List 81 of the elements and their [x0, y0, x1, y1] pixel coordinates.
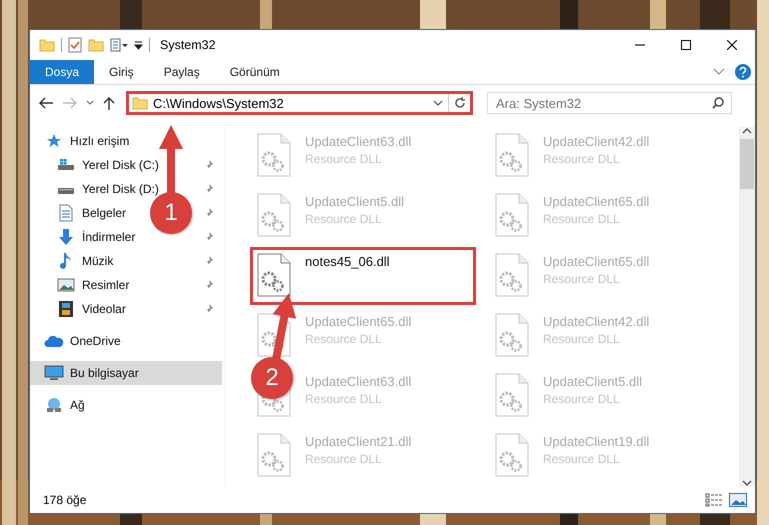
file-type: Resource DLL	[543, 332, 621, 346]
file-type: Resource DLL	[543, 392, 621, 406]
help-icon[interactable]	[735, 64, 751, 80]
nav-item[interactable]: Hızlı erişim	[30, 129, 222, 153]
dll-file-icon	[257, 193, 291, 237]
network-icon	[45, 397, 63, 413]
forward-icon	[62, 96, 78, 110]
refresh-icon	[454, 97, 466, 109]
download-arrow-icon	[58, 228, 74, 246]
ribbon-tab[interactable]: Paylaş	[148, 60, 215, 84]
file-name: UpdateClient65.dll	[305, 314, 412, 329]
dll-file-icon	[495, 373, 529, 417]
caret-icon[interactable]	[134, 40, 143, 50]
star-icon	[46, 133, 62, 149]
file-name: UpdateClient42.dll	[543, 314, 650, 329]
folder-icon[interactable]	[132, 96, 148, 110]
file-name: notes45_06.dll	[305, 254, 390, 269]
document-icon	[59, 204, 73, 222]
music-note-icon	[59, 252, 73, 270]
address-bar[interactable]: C:\Windows\System32	[126, 91, 473, 115]
dll-file-icon	[257, 433, 291, 477]
dll-file-icon	[495, 133, 529, 177]
maximize-icon	[681, 40, 691, 50]
dll-file-icon	[257, 253, 291, 297]
file-item[interactable]: notes45_06.dll	[250, 247, 476, 305]
ribbon-tab[interactable]: Giriş	[94, 60, 149, 84]
large-icons-view-icon[interactable]	[729, 493, 747, 507]
file-type: Resource DLL	[543, 152, 621, 166]
ribbon-tab[interactable]: Dosya	[30, 60, 94, 84]
close-icon	[727, 40, 737, 50]
nav-item[interactable]: Videolar	[30, 297, 222, 321]
details-view-icon[interactable]	[705, 493, 723, 507]
folder-icon[interactable]	[88, 38, 104, 52]
file-name: UpdateClient5.dll	[543, 374, 642, 389]
file-type: Resource DLL	[543, 272, 621, 286]
window-title: System32	[160, 38, 216, 52]
file-name: UpdateClient21.dll	[305, 434, 412, 449]
file-type: Resource DLL	[305, 152, 383, 166]
file-type: Resource DLL	[543, 452, 621, 466]
search-icon	[712, 97, 724, 109]
file-type: Resource DLL	[305, 452, 383, 466]
callout-arrow	[272, 293, 298, 361]
nav-item[interactable]: Müzik	[30, 249, 222, 273]
up-icon	[102, 96, 116, 110]
file-name: UpdateClient42.dll	[543, 134, 650, 149]
back-icon	[38, 96, 54, 110]
file-name: UpdateClient63.dll	[305, 134, 412, 149]
search-field[interactable]: Ara: System32	[487, 92, 732, 114]
dll-file-icon	[257, 133, 291, 177]
scrollbar-thumb[interactable]	[740, 139, 754, 189]
file-type: Resource DLL	[305, 332, 383, 346]
picture-icon	[57, 278, 75, 292]
monitor-icon	[44, 365, 64, 381]
item-count: 178 öğe	[43, 493, 86, 507]
ribbon-tab[interactable]: Görünüm	[214, 60, 295, 84]
nav-item[interactable]: OneDrive	[30, 329, 222, 353]
file-name: UpdateClient5.dll	[305, 194, 404, 209]
dll-file-icon	[495, 193, 529, 237]
dll-file-icon	[495, 253, 529, 297]
nav-item[interactable]: Ağ	[30, 393, 222, 417]
scroll-up-icon[interactable]	[742, 127, 752, 135]
dll-file-icon	[495, 313, 529, 357]
dll-file-icon	[495, 433, 529, 477]
nav-item[interactable]: Resimler	[30, 273, 222, 297]
cloud-icon	[44, 334, 64, 348]
chevron-down-icon[interactable]	[433, 100, 443, 106]
properties-icon[interactable]	[110, 38, 128, 52]
file-type: Resource DLL	[543, 212, 621, 226]
nav-item[interactable]: Bu bilgisayar	[30, 361, 222, 385]
file-type: Resource DLL	[305, 392, 383, 406]
nav-item[interactable]: Yerel Disk (C:)	[30, 153, 222, 177]
drive-icon	[57, 158, 75, 172]
checklist-icon[interactable]	[68, 37, 82, 53]
file-name: UpdateClient65.dll	[543, 254, 650, 269]
file-name: UpdateClient65.dll	[543, 194, 650, 209]
file-name: UpdateClient19.dll	[543, 434, 650, 449]
file-type: Resource DLL	[305, 212, 383, 226]
scroll-down-icon[interactable]	[742, 479, 752, 487]
file-name: UpdateClient63.dll	[305, 374, 412, 389]
folder-icon[interactable]	[39, 38, 55, 52]
film-icon	[58, 300, 74, 318]
